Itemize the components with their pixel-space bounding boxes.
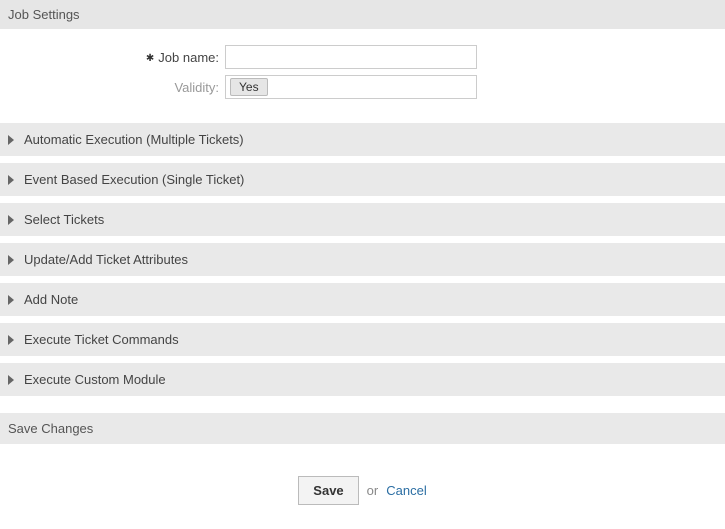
validity-selected-value: Yes (230, 78, 268, 96)
accordion-label: Add Note (24, 292, 78, 307)
job-settings-form: ✱ Job name: Validity: Yes (0, 29, 725, 123)
required-icon: ✱ (146, 53, 154, 64)
save-button[interactable]: Save (298, 476, 358, 505)
job-name-row: ✱ Job name: (0, 45, 725, 69)
validity-row: Validity: Yes (0, 75, 725, 99)
accordion-execute-ticket-commands[interactable]: Execute Ticket Commands (0, 323, 725, 356)
actions-bar: Save or Cancel (0, 452, 725, 529)
chevron-right-icon (8, 295, 14, 305)
chevron-right-icon (8, 215, 14, 225)
chevron-right-icon (8, 135, 14, 145)
accordion-select-tickets[interactable]: Select Tickets (0, 203, 725, 236)
accordion-list: Automatic Execution (Multiple Tickets) E… (0, 123, 725, 396)
job-name-label: ✱ Job name: (0, 50, 225, 65)
save-changes-title: Save Changes (8, 421, 93, 436)
chevron-right-icon (8, 175, 14, 185)
accordion-execute-custom-module[interactable]: Execute Custom Module (0, 363, 725, 396)
validity-label: Validity: (0, 80, 225, 95)
accordion-label: Event Based Execution (Single Ticket) (24, 172, 244, 187)
accordion-automatic-execution[interactable]: Automatic Execution (Multiple Tickets) (0, 123, 725, 156)
save-changes-section-header: Save Changes (0, 413, 725, 444)
page-title-bar: Job Settings (0, 0, 725, 29)
accordion-label: Execute Ticket Commands (24, 332, 179, 347)
chevron-right-icon (8, 375, 14, 385)
accordion-label: Automatic Execution (Multiple Tickets) (24, 132, 244, 147)
accordion-label: Update/Add Ticket Attributes (24, 252, 188, 267)
chevron-right-icon (8, 335, 14, 345)
accordion-event-based-execution[interactable]: Event Based Execution (Single Ticket) (0, 163, 725, 196)
chevron-right-icon (8, 255, 14, 265)
cancel-link[interactable]: Cancel (386, 483, 426, 498)
or-label: or (367, 483, 379, 498)
validity-select[interactable]: Yes (225, 75, 477, 99)
accordion-label: Select Tickets (24, 212, 104, 227)
job-name-label-text: Job name: (158, 50, 219, 65)
accordion-add-note[interactable]: Add Note (0, 283, 725, 316)
page-title: Job Settings (8, 7, 80, 22)
accordion-update-add-attributes[interactable]: Update/Add Ticket Attributes (0, 243, 725, 276)
accordion-label: Execute Custom Module (24, 372, 166, 387)
job-name-input[interactable] (225, 45, 477, 69)
